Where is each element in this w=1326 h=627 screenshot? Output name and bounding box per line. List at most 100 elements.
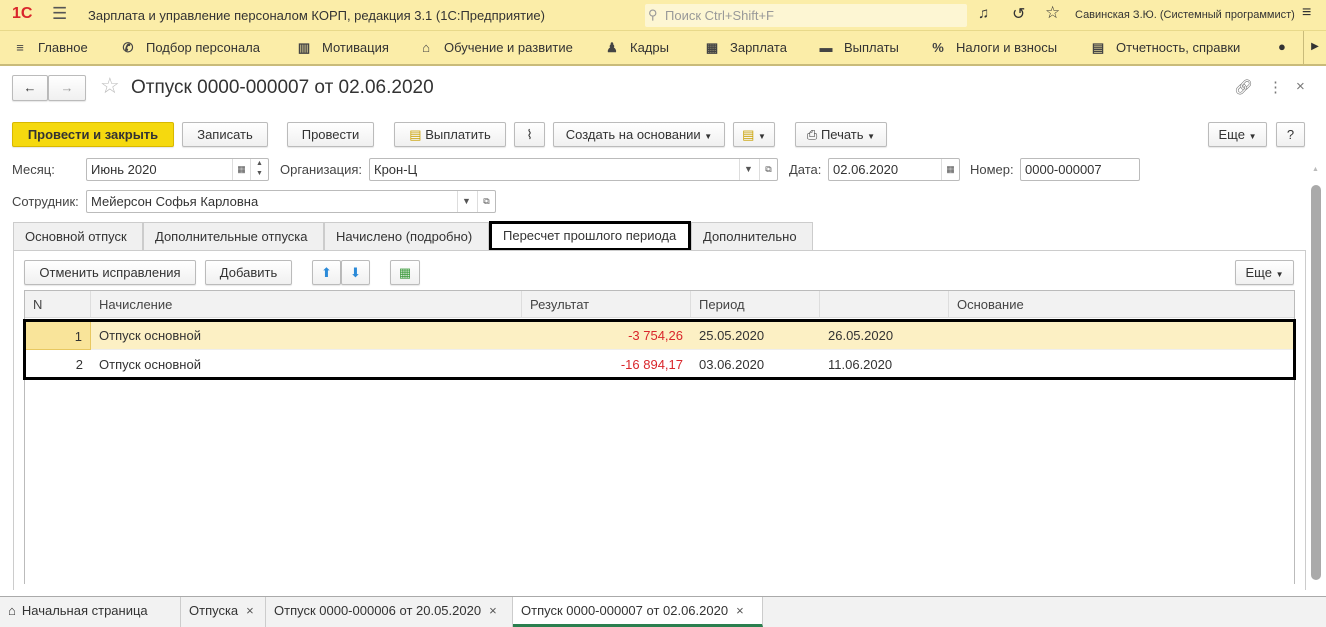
cancel-fixes-button[interactable]: Отменить исправления <box>24 260 196 285</box>
chevron-down-icon: ▼ <box>1248 132 1257 141</box>
close-icon[interactable]: × <box>489 603 497 618</box>
scroll-right-icon[interactable]: ▶ <box>1303 31 1326 64</box>
chevron-down-icon: ▼ <box>758 132 766 141</box>
nav-training[interactable]: ⌂ Обучение и развитие <box>418 40 573 55</box>
open-icon[interactable]: ⧉ <box>477 191 495 212</box>
app-title: Зарплата и управление персоналом КОРП, р… <box>88 8 545 23</box>
pay-icon: ▤ <box>409 127 426 142</box>
nav-payments[interactable]: ▬ Выплаты <box>818 40 899 55</box>
organization-field[interactable]: Крон-Ц ▼ ⧉ <box>369 158 778 181</box>
nav-motivation[interactable]: ▥ Мотивация <box>296 40 389 56</box>
favorite-star-icon[interactable]: ☆ <box>100 73 120 99</box>
search-input[interactable]: ⚲ Поиск Ctrl+Shift+F <box>645 4 967 27</box>
move-down-button[interactable]: ⬇ <box>341 260 370 285</box>
window-tab-vacation-7[interactable]: Отпуск 0000-000007 от 02.06.2020 × <box>513 597 763 627</box>
window-tab-vacations[interactable]: Отпуска × <box>181 597 266 627</box>
month-label: Месяц: <box>12 162 55 177</box>
dropdown-icon[interactable]: ▼ <box>739 159 757 180</box>
percent-icon: % <box>932 40 944 55</box>
printer-icon: ⎙ <box>806 127 821 142</box>
title-bar: 1С ☰ Зарплата и управление персоналом КО… <box>0 0 1326 31</box>
col-accrual[interactable]: Начисление <box>91 291 522 318</box>
chevron-down-icon: ▼ <box>1275 270 1284 279</box>
bell-icon[interactable]: ♫ <box>978 5 989 22</box>
month-stepper[interactable]: ▲ ▼ <box>250 159 268 180</box>
close-icon[interactable]: × <box>736 603 744 618</box>
table-add-button[interactable]: ▦ <box>390 260 420 285</box>
paperclip-icon: ⌇ <box>526 127 533 142</box>
close-icon[interactable]: × <box>246 603 254 618</box>
graduation-icon: ⌂ <box>422 40 430 55</box>
report-icon: ▤ <box>1091 40 1105 55</box>
create-based-on-button[interactable]: Создать на основании ▼ <box>553 122 725 147</box>
help-button[interactable]: ? <box>1276 122 1305 147</box>
attach-button[interactable]: ⌇ <box>514 122 545 147</box>
wallet-icon: ▬ <box>819 40 833 55</box>
window-tab-home[interactable]: ⌂ Начальная страница <box>0 597 181 627</box>
post-button[interactable]: Провести <box>287 122 374 147</box>
post-and-close-button[interactable]: Провести и закрыть <box>12 122 174 147</box>
employee-field[interactable]: Мейерсон Софья Карловна ▼ ⧉ <box>86 190 496 213</box>
window-tab-vacation-6[interactable]: Отпуск 0000-000006 от 20.05.2020 × <box>266 597 513 627</box>
calendar-icon[interactable]: ▦ <box>941 159 959 180</box>
search-icon: ⚲ <box>648 7 658 22</box>
tab-past-period-recalc[interactable]: Пересчет прошлого периода <box>489 221 691 251</box>
col-result[interactable]: Результат <box>522 291 691 318</box>
more-vertical-icon[interactable]: ⋮ <box>1268 78 1283 96</box>
related-docs-button[interactable]: ▤ ▼ <box>733 122 775 147</box>
more-button[interactable]: Еще ▼ <box>1208 122 1267 147</box>
col-n[interactable]: N <box>25 291 91 318</box>
people-icon: ♟ <box>606 40 618 55</box>
dropdown-icon[interactable]: ▼ <box>457 191 475 212</box>
col-period[interactable]: Период <box>691 291 820 318</box>
move-up-button[interactable]: ⬆ <box>312 260 341 285</box>
rows-highlight-frame <box>23 319 1296 380</box>
user-name[interactable]: Савинская З.Ю. (Системный программист) <box>1075 9 1295 21</box>
pay-button[interactable]: ▤ Выплатить <box>394 122 506 147</box>
scroll-up-icon[interactable]: ▲ <box>1312 166 1319 173</box>
nav-taxes[interactable]: % Налоги и взносы <box>930 40 1057 55</box>
1c-logo: 1С <box>12 5 33 22</box>
star-icon[interactable]: ☆ <box>1045 3 1060 23</box>
forward-button[interactable]: → <box>48 75 86 101</box>
close-icon[interactable]: × <box>1296 78 1305 95</box>
save-button[interactable]: Записать <box>182 122 268 147</box>
arrow-up-icon: ⬆ <box>321 265 332 280</box>
col-basis[interactable]: Основание <box>949 291 1294 318</box>
helmet-icon[interactable]: ● <box>1278 39 1286 54</box>
arrow-down-icon: ⬇ <box>350 265 361 280</box>
date-field[interactable]: 02.06.2020 ▦ <box>828 158 960 181</box>
document-gear-icon: ▤ <box>742 127 755 142</box>
nav-reports[interactable]: ▤ Отчетность, справки <box>1090 40 1240 56</box>
nav-hr[interactable]: ♟ Кадры <box>604 40 669 56</box>
calendar-icon[interactable]: ▦ <box>232 159 250 180</box>
print-button[interactable]: ⎙ Печать ▼ <box>795 122 887 147</box>
employee-label: Сотрудник: <box>12 194 79 209</box>
tab-additional[interactable]: Дополнительно <box>691 222 813 250</box>
gift-icon: ▥ <box>297 40 311 55</box>
history-icon[interactable]: ↺ <box>1012 4 1025 24</box>
table-add-icon: ▦ <box>398 265 412 280</box>
table-more-button[interactable]: Еще ▼ <box>1235 260 1294 285</box>
tab-additional-vacations[interactable]: Дополнительные отпуска <box>143 222 324 250</box>
link-icon[interactable]: 🔗︎ <box>1234 78 1253 96</box>
menu-icon[interactable]: ☰ <box>52 4 67 24</box>
tab-main-vacation[interactable]: Основной отпуск <box>13 222 143 250</box>
menu-icon: ≡ <box>16 40 24 55</box>
nav-main[interactable]: ≡ Главное <box>12 40 87 55</box>
month-field[interactable]: Июнь 2020 ▦ ▲ ▼ <box>86 158 269 181</box>
chevron-down-icon: ▼ <box>704 132 713 141</box>
chevron-down-icon: ▼ <box>867 132 876 141</box>
open-icon[interactable]: ⧉ <box>759 159 777 180</box>
number-field[interactable]: 0000-000007 <box>1020 158 1140 181</box>
nav-salary[interactable]: ▦ Зарплата <box>704 40 787 56</box>
tab-accrued-detailed[interactable]: Начислено (подробно) <box>324 222 489 250</box>
add-button[interactable]: Добавить <box>205 260 292 285</box>
calculator-icon: ▦ <box>705 40 719 55</box>
vertical-scrollbar[interactable] <box>1311 185 1321 580</box>
section-panel: ≡ Главное ✆ Подбор персонала ▥ Мотивация ⌂ О… <box>0 31 1326 66</box>
nav-recruitment[interactable]: ✆ Подбор персонала <box>120 40 260 56</box>
settings-menu-icon[interactable]: ≡ <box>1302 4 1311 22</box>
col-period-end[interactable] <box>820 291 949 318</box>
back-button[interactable]: ← <box>12 75 48 101</box>
